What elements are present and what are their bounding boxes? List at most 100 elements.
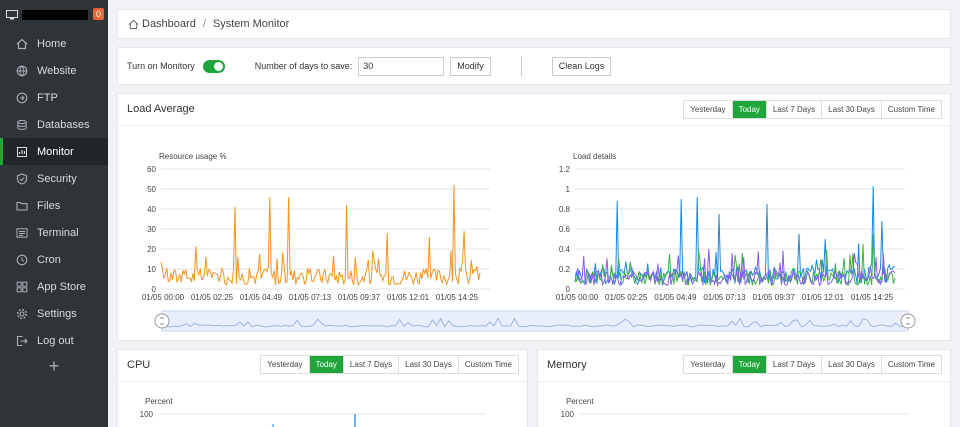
x-tick-label: 01/05 07:13 [289,293,332,302]
sidebar-item-home[interactable]: Home [0,30,108,57]
load-charts: Resource usage %010203040506001/05 00:00… [142,152,916,332]
tab-last-7-days[interactable]: Last 7 Days [344,356,400,373]
sidebar-item-monitor[interactable]: Monitor [0,138,108,165]
sidebar-item-app-store[interactable]: App Store [0,273,108,300]
memory-time-tabs: Yesterday Today Last 7 Days Last 30 Days… [683,355,942,374]
x-tick-label: 01/05 04:49 [240,293,283,302]
sidebar-item-log-out[interactable]: Log out [0,327,108,354]
x-tick-label: 01/05 04:49 [654,293,697,302]
y-tick-label: 1.2 [559,165,571,174]
sidebar-item-label: Log out [37,334,74,347]
sidebar-item-security[interactable]: Security [0,165,108,192]
sidebar-item-cron[interactable]: Cron [0,246,108,273]
sidebar-item-label: Terminal [37,226,79,239]
tab-last-30-days[interactable]: Last 30 Days [399,356,459,373]
y-tick-label: 10 [147,265,156,274]
sidebar-item-label: Settings [37,307,77,320]
notification-badge[interactable]: 0 [93,8,104,20]
sidebar-item-terminal[interactable]: Terminal [0,219,108,246]
load-average-panel: Load Average Yesterday Today Last 7 Days… [117,93,951,341]
sidebar-item-settings[interactable]: Settings [0,300,108,327]
x-tick-label: 01/05 09:37 [753,293,796,302]
ftp-icon [16,92,28,104]
chart-y-axis-label: Load details [573,152,616,161]
slider-handle[interactable] [154,313,170,329]
load-time-tabs: Yesterday Today Last 7 Days Last 30 Days… [683,100,942,119]
memory-title: Memory [547,359,587,371]
tab-last-7-days[interactable]: Last 7 Days [767,101,823,118]
x-tick-label: 01/05 02:25 [191,293,234,302]
memory-y-tick: 100 [561,410,575,419]
server-name-redacted [22,10,88,20]
sidebar-item-databases[interactable]: Databases [0,111,108,138]
tab-yesterday[interactable]: Yesterday [684,101,733,118]
clock-icon [16,254,28,266]
monitor-icon [16,146,28,158]
tab-today[interactable]: Today [732,101,767,118]
x-tick-label: 01/05 14:25 [436,293,479,302]
sidebar: 0 Home Website FTP Databases Monitor Security… [0,0,108,427]
folder-icon [16,200,28,212]
modify-button[interactable]: Modify [450,56,491,76]
clean-logs-button[interactable]: Clean Logs [551,56,612,76]
breadcrumb-current: System Monitor [212,18,290,30]
sidebar-item-label: Security [37,172,77,185]
sidebar-item-label: Cron [37,253,61,266]
x-tick-label: 01/05 12:01 [802,293,845,302]
tab-yesterday[interactable]: Yesterday [261,356,310,373]
sidebar-item-ftp[interactable]: FTP [0,84,108,111]
tab-custom-time[interactable]: Custom Time [459,356,518,373]
y-tick-label: 50 [147,185,156,194]
y-tick-label: 0.4 [559,245,571,254]
y-tick-label: 0.6 [559,225,571,234]
breadcrumb-separator: / [202,18,206,30]
tab-last-7-days[interactable]: Last 7 Days [767,356,823,373]
sidebar-item-label: Files [37,199,61,212]
slider-handle[interactable] [900,313,916,329]
series-line [160,184,481,287]
tab-last-30-days[interactable]: Last 30 Days [822,101,882,118]
days-to-save-input[interactable] [358,56,445,76]
sidebar-item-label: Databases [37,118,90,131]
sidebar-item-label: Website [37,64,77,77]
sidebar-item-website[interactable]: Website [0,57,108,84]
x-tick-label: 01/05 00:00 [142,293,185,302]
days-to-save-label: Number of days to save: [254,61,353,71]
cpu-y-tick: 100 [140,410,154,419]
database-icon [16,119,28,131]
series-line [574,185,896,287]
gear-icon [16,308,28,320]
x-tick-label: 01/05 02:25 [605,293,648,302]
home-icon [16,38,28,50]
add-menu-button[interactable]: + [0,356,108,377]
tab-last-30-days[interactable]: Last 30 Days [822,356,882,373]
grid-icon [16,281,28,293]
y-tick-label: 1 [566,185,571,194]
x-tick-label: 01/05 12:01 [387,293,430,302]
x-tick-label: 01/05 07:13 [703,293,746,302]
y-tick-label: 20 [147,245,156,254]
x-tick-label: 01/05 09:37 [338,293,381,302]
shield-icon [16,172,28,185]
memory-chart: Percent 100 [561,397,907,419]
cpu-panel: CPU Yesterday Today Last 7 Days Last 30 … [117,349,528,427]
server-logo-icon [6,10,18,20]
memory-panel: Memory Yesterday Today Last 7 Days Last … [537,349,951,427]
tab-custom-time[interactable]: Custom Time [882,101,941,118]
sidebar-header: 0 [0,0,108,30]
monitor-toggle[interactable] [202,59,225,73]
x-tick-label: 01/05 14:25 [851,293,894,302]
cpu-chart: Percent 100 [140,397,486,427]
cpu-y-axis-label: Percent [145,397,173,406]
globe-icon [16,65,28,77]
sidebar-item-files[interactable]: Files [0,192,108,219]
tab-today[interactable]: Today [309,356,344,373]
breadcrumb-home-link[interactable]: Dashboard [142,18,196,30]
y-tick-label: 30 [147,225,156,234]
tab-custom-time[interactable]: Custom Time [882,356,941,373]
tab-yesterday[interactable]: Yesterday [684,356,733,373]
sidebar-item-label: App Store [37,280,86,293]
chart-y-axis-label: Resource usage % [159,152,227,161]
logout-icon [16,335,28,347]
tab-today[interactable]: Today [732,356,767,373]
